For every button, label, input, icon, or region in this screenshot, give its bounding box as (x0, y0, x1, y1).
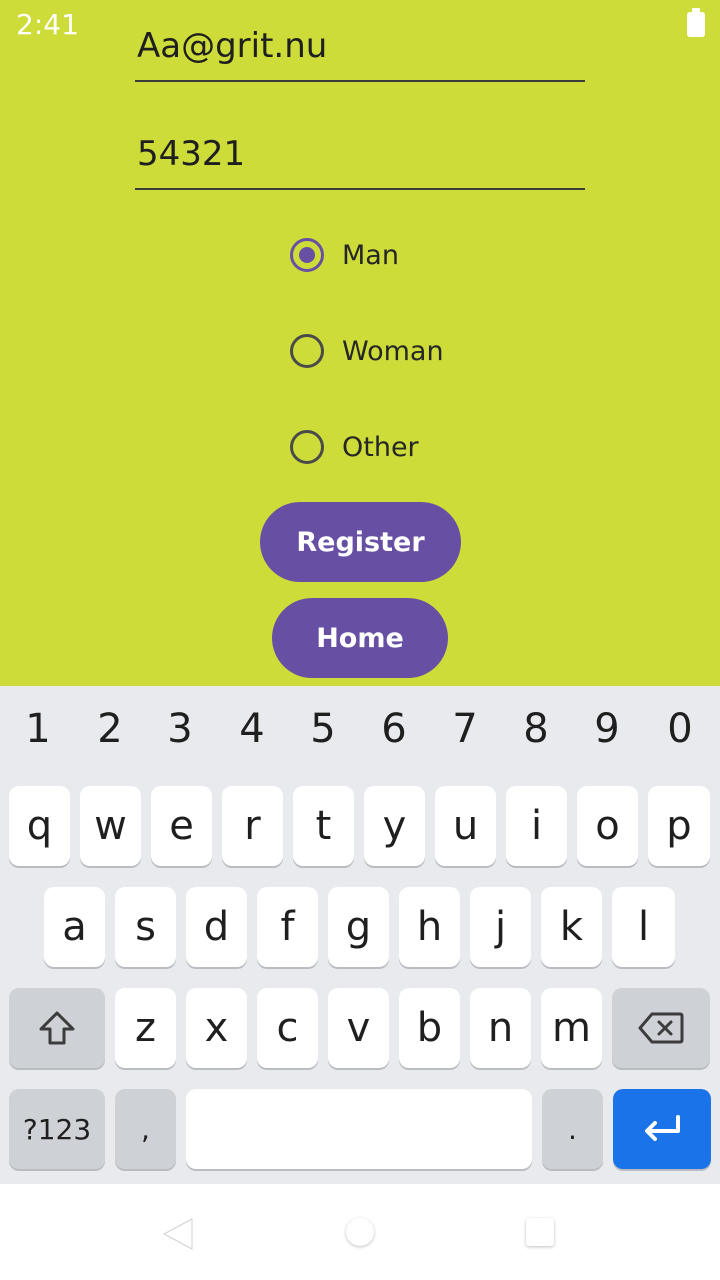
password-field-value: 54321 (137, 134, 246, 174)
key-7[interactable]: 7 (435, 706, 495, 752)
key-c[interactable]: c (257, 988, 318, 1068)
key-l[interactable]: l (612, 887, 675, 967)
key-u[interactable]: u (435, 786, 496, 866)
radio-other[interactable]: Other (290, 425, 419, 469)
symbols-key[interactable]: ?123 (9, 1089, 105, 1169)
key-i[interactable]: i (506, 786, 567, 866)
radio-other-icon[interactable] (290, 430, 324, 464)
enter-icon (645, 1115, 680, 1141)
key-5[interactable]: 5 (293, 706, 353, 752)
back-icon[interactable] (160, 1216, 196, 1252)
key-e[interactable]: e (151, 786, 212, 866)
backspace-key[interactable] (612, 988, 710, 1068)
key-b[interactable]: b (399, 988, 460, 1068)
register-button[interactable]: Register (260, 502, 461, 582)
enter-key[interactable] (613, 1089, 711, 1169)
home-nav-icon[interactable] (346, 1218, 374, 1246)
key-m[interactable]: m (541, 988, 602, 1068)
battery-icon (687, 8, 705, 37)
symbols-key-label: ?123 (22, 1112, 92, 1146)
key-6[interactable]: 6 (364, 706, 424, 752)
radio-woman-label: Woman (342, 335, 444, 367)
key-y[interactable]: y (364, 786, 425, 866)
key-k[interactable]: k (541, 887, 602, 967)
key-a[interactable]: a (44, 887, 105, 967)
key-o[interactable]: o (577, 786, 638, 866)
radio-other-label: Other (342, 431, 419, 463)
shift-icon (39, 1011, 75, 1045)
key-w[interactable]: w (80, 786, 141, 866)
key-0[interactable]: 0 (650, 706, 710, 752)
backspace-icon (638, 1012, 684, 1044)
key-f[interactable]: f (257, 887, 318, 967)
key-9[interactable]: 9 (577, 706, 637, 752)
shift-key[interactable] (9, 988, 105, 1068)
status-time: 2:41 (16, 8, 79, 41)
key-j[interactable]: j (470, 887, 531, 967)
key-4[interactable]: 4 (222, 706, 282, 752)
key-g[interactable]: g (328, 887, 389, 967)
recents-icon[interactable] (526, 1218, 554, 1246)
space-key[interactable] (186, 1089, 532, 1169)
comma-key-label: , (141, 1112, 150, 1146)
radio-man-icon[interactable] (290, 238, 324, 272)
email-field-value: Aa@grit.nu (137, 26, 328, 66)
key-t[interactable]: t (293, 786, 354, 866)
password-field[interactable]: 54321 (135, 130, 585, 190)
key-v[interactable]: v (328, 988, 389, 1068)
home-button[interactable]: Home (272, 598, 448, 678)
key-x[interactable]: x (186, 988, 247, 1068)
keyboard-number-row: 1 2 3 4 5 6 7 8 9 0 (0, 686, 720, 778)
key-3[interactable]: 3 (150, 706, 210, 752)
period-key[interactable]: . (542, 1089, 603, 1169)
key-h[interactable]: h (399, 887, 460, 967)
key-8[interactable]: 8 (506, 706, 566, 752)
key-1[interactable]: 1 (8, 706, 68, 752)
comma-key[interactable]: , (115, 1089, 176, 1169)
key-q[interactable]: q (9, 786, 70, 866)
period-key-label: . (568, 1112, 577, 1146)
key-2[interactable]: 2 (80, 706, 140, 752)
key-r[interactable]: r (222, 786, 283, 866)
key-z[interactable]: z (115, 988, 176, 1068)
radio-man-label: Man (342, 239, 399, 271)
radio-woman-icon[interactable] (290, 334, 324, 368)
radio-woman[interactable]: Woman (290, 329, 444, 373)
email-field[interactable]: Aa@grit.nu (135, 22, 585, 82)
soft-keyboard: 1 2 3 4 5 6 7 8 9 0 q w e r t y u i o p … (0, 686, 720, 1184)
key-p[interactable]: p (648, 786, 710, 866)
key-s[interactable]: s (115, 887, 176, 967)
key-d[interactable]: d (186, 887, 247, 967)
radio-man[interactable]: Man (290, 233, 399, 277)
key-n[interactable]: n (470, 988, 531, 1068)
